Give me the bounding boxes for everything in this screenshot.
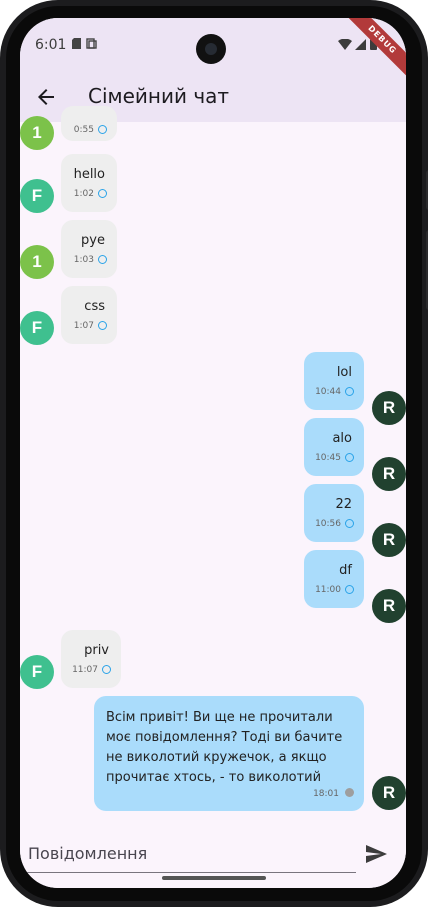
message-bubble[interactable]: css 1:07	[61, 286, 117, 344]
avatar: F	[20, 179, 54, 213]
avatar: R	[372, 523, 406, 557]
status-bar: 6:01	[20, 18, 406, 64]
message-bubble[interactable]: Всім привіт! Ви ще не прочитали моє пові…	[94, 696, 364, 811]
message-text: 22	[335, 497, 352, 512]
unread-ring-icon	[345, 519, 354, 528]
signal-icon	[355, 39, 366, 50]
message-meta: 10:44	[315, 387, 354, 397]
message-text: lol	[336, 365, 352, 380]
message-bubble[interactable]: pye 1:03	[61, 220, 117, 278]
message-meta: 10:56	[315, 519, 354, 529]
message-meta: 0:55	[74, 125, 107, 135]
unread-ring-icon	[98, 189, 107, 198]
avatar: 1	[20, 116, 54, 150]
unread-ring-icon	[98, 125, 107, 134]
screenshot-icon	[86, 38, 97, 49]
message-meta: 1:07	[74, 321, 107, 331]
message-list[interactable]: 1 0:55 F hello 1:02 1 pye 1:03 F css 1:0…	[20, 106, 406, 822]
message-meta: 10:45	[315, 453, 354, 463]
avatar: F	[20, 655, 54, 689]
home-indicator	[162, 876, 266, 880]
page-title: Сімейний чат	[88, 84, 230, 108]
input-underline	[20, 872, 356, 873]
message-meta: 11:07	[72, 665, 111, 675]
message-meta: 11:00	[315, 585, 354, 595]
phone-frame: 6:01 DEBUG Сімейний чат 1 0:55 F hello 1…	[0, 0, 428, 907]
avatar: R	[372, 589, 406, 623]
message-meta: 1:03	[74, 255, 107, 265]
avatar: R	[372, 391, 406, 425]
message-bubble[interactable]: priv 11:07	[61, 630, 121, 688]
unread-ring-icon	[102, 665, 111, 674]
message-bubble[interactable]: hello 1:02	[61, 154, 117, 212]
message-input[interactable]: Повідомлення	[28, 844, 147, 863]
message-text: alo	[332, 431, 352, 446]
screen: 6:01 DEBUG Сімейний чат 1 0:55 F hello 1…	[20, 18, 406, 888]
message-bubble[interactable]: 22 10:56	[304, 484, 364, 542]
unread-ring-icon	[345, 453, 354, 462]
read-dot-icon	[345, 788, 354, 797]
avatar: R	[372, 457, 406, 491]
avatar: R	[372, 776, 406, 810]
message-text: css	[84, 299, 105, 314]
message-text: df	[339, 563, 352, 578]
message-text: priv	[84, 643, 109, 658]
message-text: pye	[81, 233, 105, 248]
message-meta: 18:01	[313, 788, 354, 799]
unread-ring-icon	[98, 321, 107, 330]
avatar: F	[20, 311, 54, 345]
unread-ring-icon	[98, 255, 107, 264]
message-meta: 1:02	[74, 189, 107, 199]
unread-ring-icon	[345, 585, 354, 594]
sim-icon	[72, 38, 81, 49]
back-arrow-icon[interactable]	[34, 85, 58, 109]
message-bubble[interactable]: df 11:00	[304, 550, 364, 608]
front-camera	[196, 34, 226, 64]
wifi-icon	[338, 39, 352, 50]
send-icon[interactable]	[364, 842, 388, 866]
message-text: Всім привіт! Ви ще не прочитали моє пові…	[106, 710, 343, 785]
message-bubble[interactable]: alo 10:45	[304, 418, 364, 476]
message-bubble[interactable]: 0:55	[61, 106, 117, 141]
avatar: 1	[20, 245, 54, 279]
unread-ring-icon	[345, 387, 354, 396]
status-time: 6:01	[35, 37, 67, 53]
message-text: hello	[73, 167, 105, 182]
message-bubble[interactable]: lol 10:44	[304, 352, 364, 410]
